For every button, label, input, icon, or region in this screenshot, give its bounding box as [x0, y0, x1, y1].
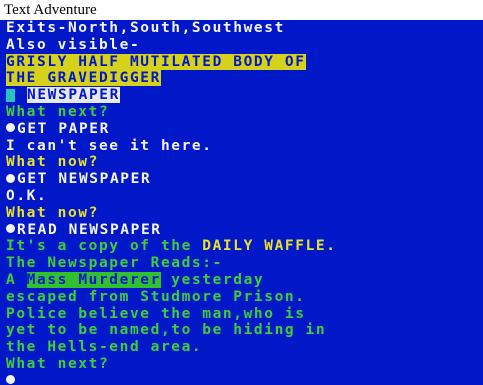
game-screen[interactable]: Exits-North,South,Southwest Also visible… — [0, 20, 483, 385]
visible-item-newspaper-line: NEWSPAPER — [6, 87, 480, 104]
input-cursor-icon[interactable] — [6, 375, 15, 385]
response-line: yet to be named,to be hiding in — [6, 322, 327, 339]
command-line: GET PAPER — [6, 121, 480, 138]
command-line: READ NEWSPAPER — [6, 222, 480, 239]
visible-item-body-text2: THE GRAVEDIGGER — [6, 70, 161, 87]
prompt-line: What now? — [6, 154, 99, 171]
response-text: A — [6, 271, 27, 288]
input-marker-icon — [6, 224, 15, 234]
exits-line: Exits-North,South,Southwest — [6, 20, 285, 36]
command-text: READ NEWSPAPER — [17, 221, 162, 238]
response-line: escaped from Studmore Prison. — [6, 288, 306, 305]
prompt-line: What now? — [6, 204, 99, 221]
highlighted-phrase: Mass Murderer — [26, 271, 161, 288]
cursor-block-icon — [6, 88, 15, 102]
terminal-output: Exits-North,South,Southwest Also visible… — [6, 20, 480, 385]
response-line: Police believe the man,who is — [6, 305, 306, 322]
prompt-line: What next? — [6, 103, 110, 120]
response-line: the Hells-end area. — [6, 339, 203, 356]
visible-item-body-text1: GRISLY HALF MUTILATED BODY OF — [6, 53, 306, 70]
also-visible-line: Also visible- — [6, 36, 141, 53]
visible-item-body-line1: GRISLY HALF MUTILATED BODY OF — [6, 53, 480, 71]
response-line: O.K. — [6, 187, 48, 204]
command-text: GET PAPER — [17, 120, 110, 137]
response-line: A Mass Murderer yesterday — [6, 271, 480, 289]
response-line: I can't see it here. — [6, 137, 213, 154]
command-text: GET NEWSPAPER — [17, 171, 152, 188]
visible-item-newspaper: NEWSPAPER — [27, 87, 120, 104]
command-line: GET NEWSPAPER — [6, 171, 480, 188]
command-input-line[interactable] — [6, 373, 480, 385]
input-marker-icon — [6, 123, 15, 133]
prompt-line: What next? — [6, 355, 110, 372]
response-line: It's a copy of the DAILY WAFFLE. — [6, 238, 480, 255]
response-text: It's a copy of the — [6, 238, 203, 255]
window-title: Text Adventure — [0, 0, 483, 20]
input-marker-icon — [6, 173, 15, 183]
response-text: yesterday — [160, 271, 265, 288]
visible-item-body-line2: THE GRAVEDIGGER — [6, 70, 480, 87]
response-line: The Newspaper Reads:- — [6, 255, 223, 272]
newspaper-title: DAILY WAFFLE. — [202, 238, 337, 255]
